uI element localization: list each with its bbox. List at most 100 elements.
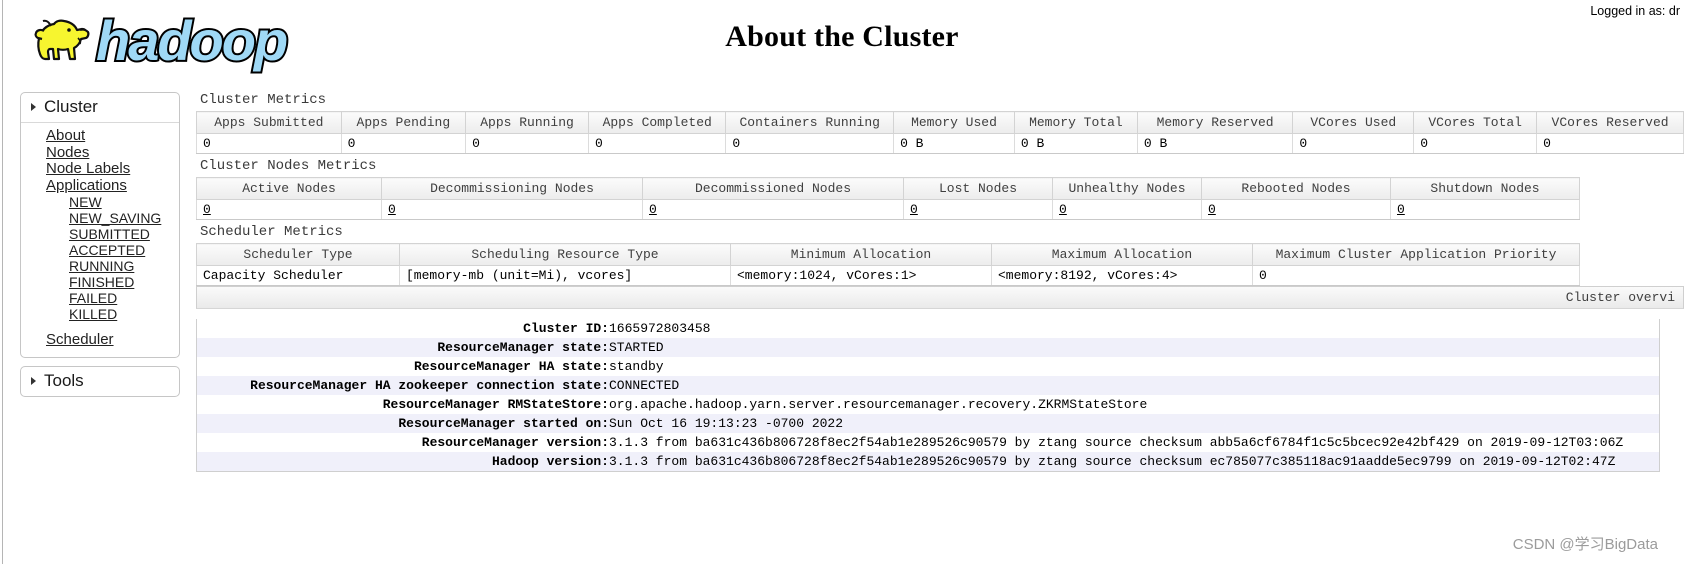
cell-memory-reserved: 0 B [1136, 133, 1294, 154]
sidebar-tools-header[interactable]: Tools [21, 367, 179, 396]
cell-scheduling-resource-type: [memory-mb (unit=Mi), vcores] [399, 265, 731, 286]
cell-apps-submitted: 0 [196, 133, 342, 154]
sidebar: Cluster About Nodes Node Labels Applicat… [20, 92, 180, 405]
cell-decommissioned-nodes[interactable]: 0 [642, 199, 904, 220]
col-lost-nodes: Lost Nodes [903, 177, 1053, 200]
col-scheduling-resource-type: Scheduling Resource Type [399, 243, 731, 266]
cell-maximum-cluster-application-priority: 0 [1252, 265, 1580, 286]
sidebar-item-accepted[interactable]: ACCEPTED [21, 242, 179, 258]
table-header-row: Apps Submitted Apps Pending Apps Running… [196, 111, 1684, 134]
value-rm-ha-state: standby [609, 357, 1659, 376]
cell-minimum-allocation: <memory:1024, vCores:1> [730, 265, 992, 286]
sidebar-item-node-labels[interactable]: Node Labels [21, 160, 179, 178]
col-apps-completed: Apps Completed [587, 111, 727, 134]
lost-nodes-link[interactable]: 0 [910, 202, 918, 217]
cell-containers-running: 0 [725, 133, 895, 154]
cell-vcores-total: 0 [1413, 133, 1538, 154]
page-layout: Cluster About Nodes Node Labels Applicat… [0, 88, 1684, 564]
sidebar-item-nodes[interactable]: Nodes [21, 144, 179, 162]
col-rebooted-nodes: Rebooted Nodes [1201, 177, 1391, 200]
cluster-nodes-metrics-title: Cluster Nodes Metrics [200, 158, 377, 174]
table-row: ResourceManager version: 3.1.3 from ba63… [197, 433, 1659, 452]
decommissioning-nodes-link[interactable]: 0 [388, 202, 396, 217]
table-row: Cluster ID: 1665972803458 [197, 319, 1659, 338]
col-decommissioned-nodes: Decommissioned Nodes [642, 177, 904, 200]
sidebar-panel-cluster: Cluster About Nodes Node Labels Applicat… [20, 92, 180, 358]
col-vcores-reserved: VCores Reserved [1536, 111, 1684, 134]
unhealthy-nodes-link[interactable]: 0 [1059, 202, 1067, 217]
sidebar-item-running[interactable]: RUNNING [21, 258, 179, 274]
table-row: ResourceManager state: STARTED [197, 338, 1659, 357]
col-memory-used: Memory Used [893, 111, 1015, 134]
value-rm-state: STARTED [609, 338, 1659, 357]
sidebar-item-about[interactable]: About [21, 127, 179, 145]
col-scheduler-type: Scheduler Type [196, 243, 400, 266]
sidebar-cluster-label: Cluster [44, 97, 98, 116]
watermark: CSDN @学习BigData [1512, 536, 1658, 553]
value-rm-statestore: org.apache.hadoop.yarn.server.resourcema… [609, 395, 1659, 414]
col-maximum-cluster-application-priority: Maximum Cluster Application Priority [1252, 243, 1580, 266]
table-row: ResourceManager RMStateStore: org.apache… [197, 395, 1659, 414]
cell-scheduler-type: Capacity Scheduler [196, 265, 400, 286]
about-table-wrapper: Cluster ID: 1665972803458 ResourceManage… [196, 319, 1660, 472]
table-header-row: Scheduler Type Scheduling Resource Type … [196, 243, 1580, 266]
decommissioned-nodes-link[interactable]: 0 [649, 202, 657, 217]
table-row: Hadoop version: 3.1.3 from ba631c436b806… [197, 452, 1659, 471]
sidebar-item-killed[interactable]: KILLED [21, 306, 179, 322]
login-info: Logged in as: dr [1590, 4, 1680, 18]
table-row: 0 0 0 0 0 0 0 [196, 199, 1580, 220]
cell-active-nodes[interactable]: 0 [196, 199, 382, 220]
value-rm-started-on: Sun Oct 16 19:13:23 -0700 2022 [609, 414, 1659, 433]
cell-rebooted-nodes[interactable]: 0 [1201, 199, 1391, 220]
sidebar-item-scheduler[interactable]: Scheduler [21, 331, 179, 349]
cell-vcores-reserved: 0 [1536, 133, 1684, 154]
sidebar-item-new[interactable]: NEW [21, 194, 179, 210]
table-header-row: Active Nodes Decommissioning Nodes Decom… [196, 177, 1580, 200]
col-vcores-used: VCores Used [1292, 111, 1415, 134]
sidebar-tools-label: Tools [44, 370, 84, 390]
value-cluster-id: 1665972803458 [609, 319, 1659, 338]
sidebar-item-applications[interactable]: Applications [21, 177, 179, 195]
cell-unhealthy-nodes[interactable]: 0 [1052, 199, 1202, 220]
col-containers-running: Containers Running [725, 111, 895, 134]
cell-vcores-used: 0 [1292, 133, 1415, 154]
value-rm-version: 3.1.3 from ba631c436b806728f8ec2f54ab1e2… [609, 433, 1659, 452]
label-rm-statestore: ResourceManager RMStateStore: [197, 395, 609, 414]
cell-lost-nodes[interactable]: 0 [903, 199, 1053, 220]
cell-apps-pending: 0 [340, 133, 467, 154]
col-active-nodes: Active Nodes [196, 177, 382, 200]
sidebar-cluster-header[interactable]: Cluster [21, 93, 179, 123]
col-apps-running: Apps Running [465, 111, 589, 134]
page-title: About the Cluster [725, 20, 959, 53]
cell-apps-completed: 0 [587, 133, 727, 154]
label-rm-ha-state: ResourceManager HA state: [197, 357, 609, 376]
sidebar-item-finished[interactable]: FINISHED [21, 274, 179, 290]
cell-memory-used: 0 B [893, 133, 1015, 154]
col-apps-pending: Apps Pending [340, 111, 467, 134]
table-row: ResourceManager HA zookeeper connection … [197, 376, 1659, 395]
cell-shutdown-nodes[interactable]: 0 [1390, 199, 1580, 220]
sidebar-item-new-saving[interactable]: NEW_SAVING [21, 210, 179, 226]
active-nodes-link[interactable]: 0 [203, 202, 211, 217]
sidebar-cluster-body: About Nodes Node Labels Applications NEW… [21, 123, 179, 357]
about-table: Cluster ID: 1665972803458 ResourceManage… [197, 319, 1659, 471]
cluster-nodes-metrics-table: Active Nodes Decommissioning Nodes Decom… [196, 177, 1580, 220]
cell-apps-running: 0 [465, 133, 589, 154]
scheduler-metrics-table: Scheduler Type Scheduling Resource Type … [196, 243, 1580, 286]
main-content: Cluster Metrics Apps Submitted Apps Pend… [196, 88, 1684, 564]
about-table-caption: Cluster overvi [196, 286, 1684, 309]
cell-decommissioning-nodes[interactable]: 0 [381, 199, 643, 220]
sidebar-item-failed[interactable]: FAILED [21, 290, 179, 306]
col-memory-total: Memory Total [1013, 111, 1138, 134]
caret-right-icon [31, 376, 36, 385]
sidebar-panel-tools: Tools [20, 365, 180, 397]
sidebar-item-submitted[interactable]: SUBMITTED [21, 226, 179, 242]
label-rm-started-on: ResourceManager started on: [197, 414, 609, 433]
label-rm-state: ResourceManager state: [197, 338, 609, 357]
table-row: 0 0 0 0 0 0 B 0 B 0 B 0 0 0 [196, 133, 1684, 154]
label-cluster-id: Cluster ID: [197, 319, 609, 338]
label-rm-version: ResourceManager version: [197, 433, 609, 452]
rebooted-nodes-link[interactable]: 0 [1208, 202, 1216, 217]
table-row: Capacity Scheduler [memory-mb (unit=Mi),… [196, 265, 1580, 286]
shutdown-nodes-link[interactable]: 0 [1397, 202, 1405, 217]
